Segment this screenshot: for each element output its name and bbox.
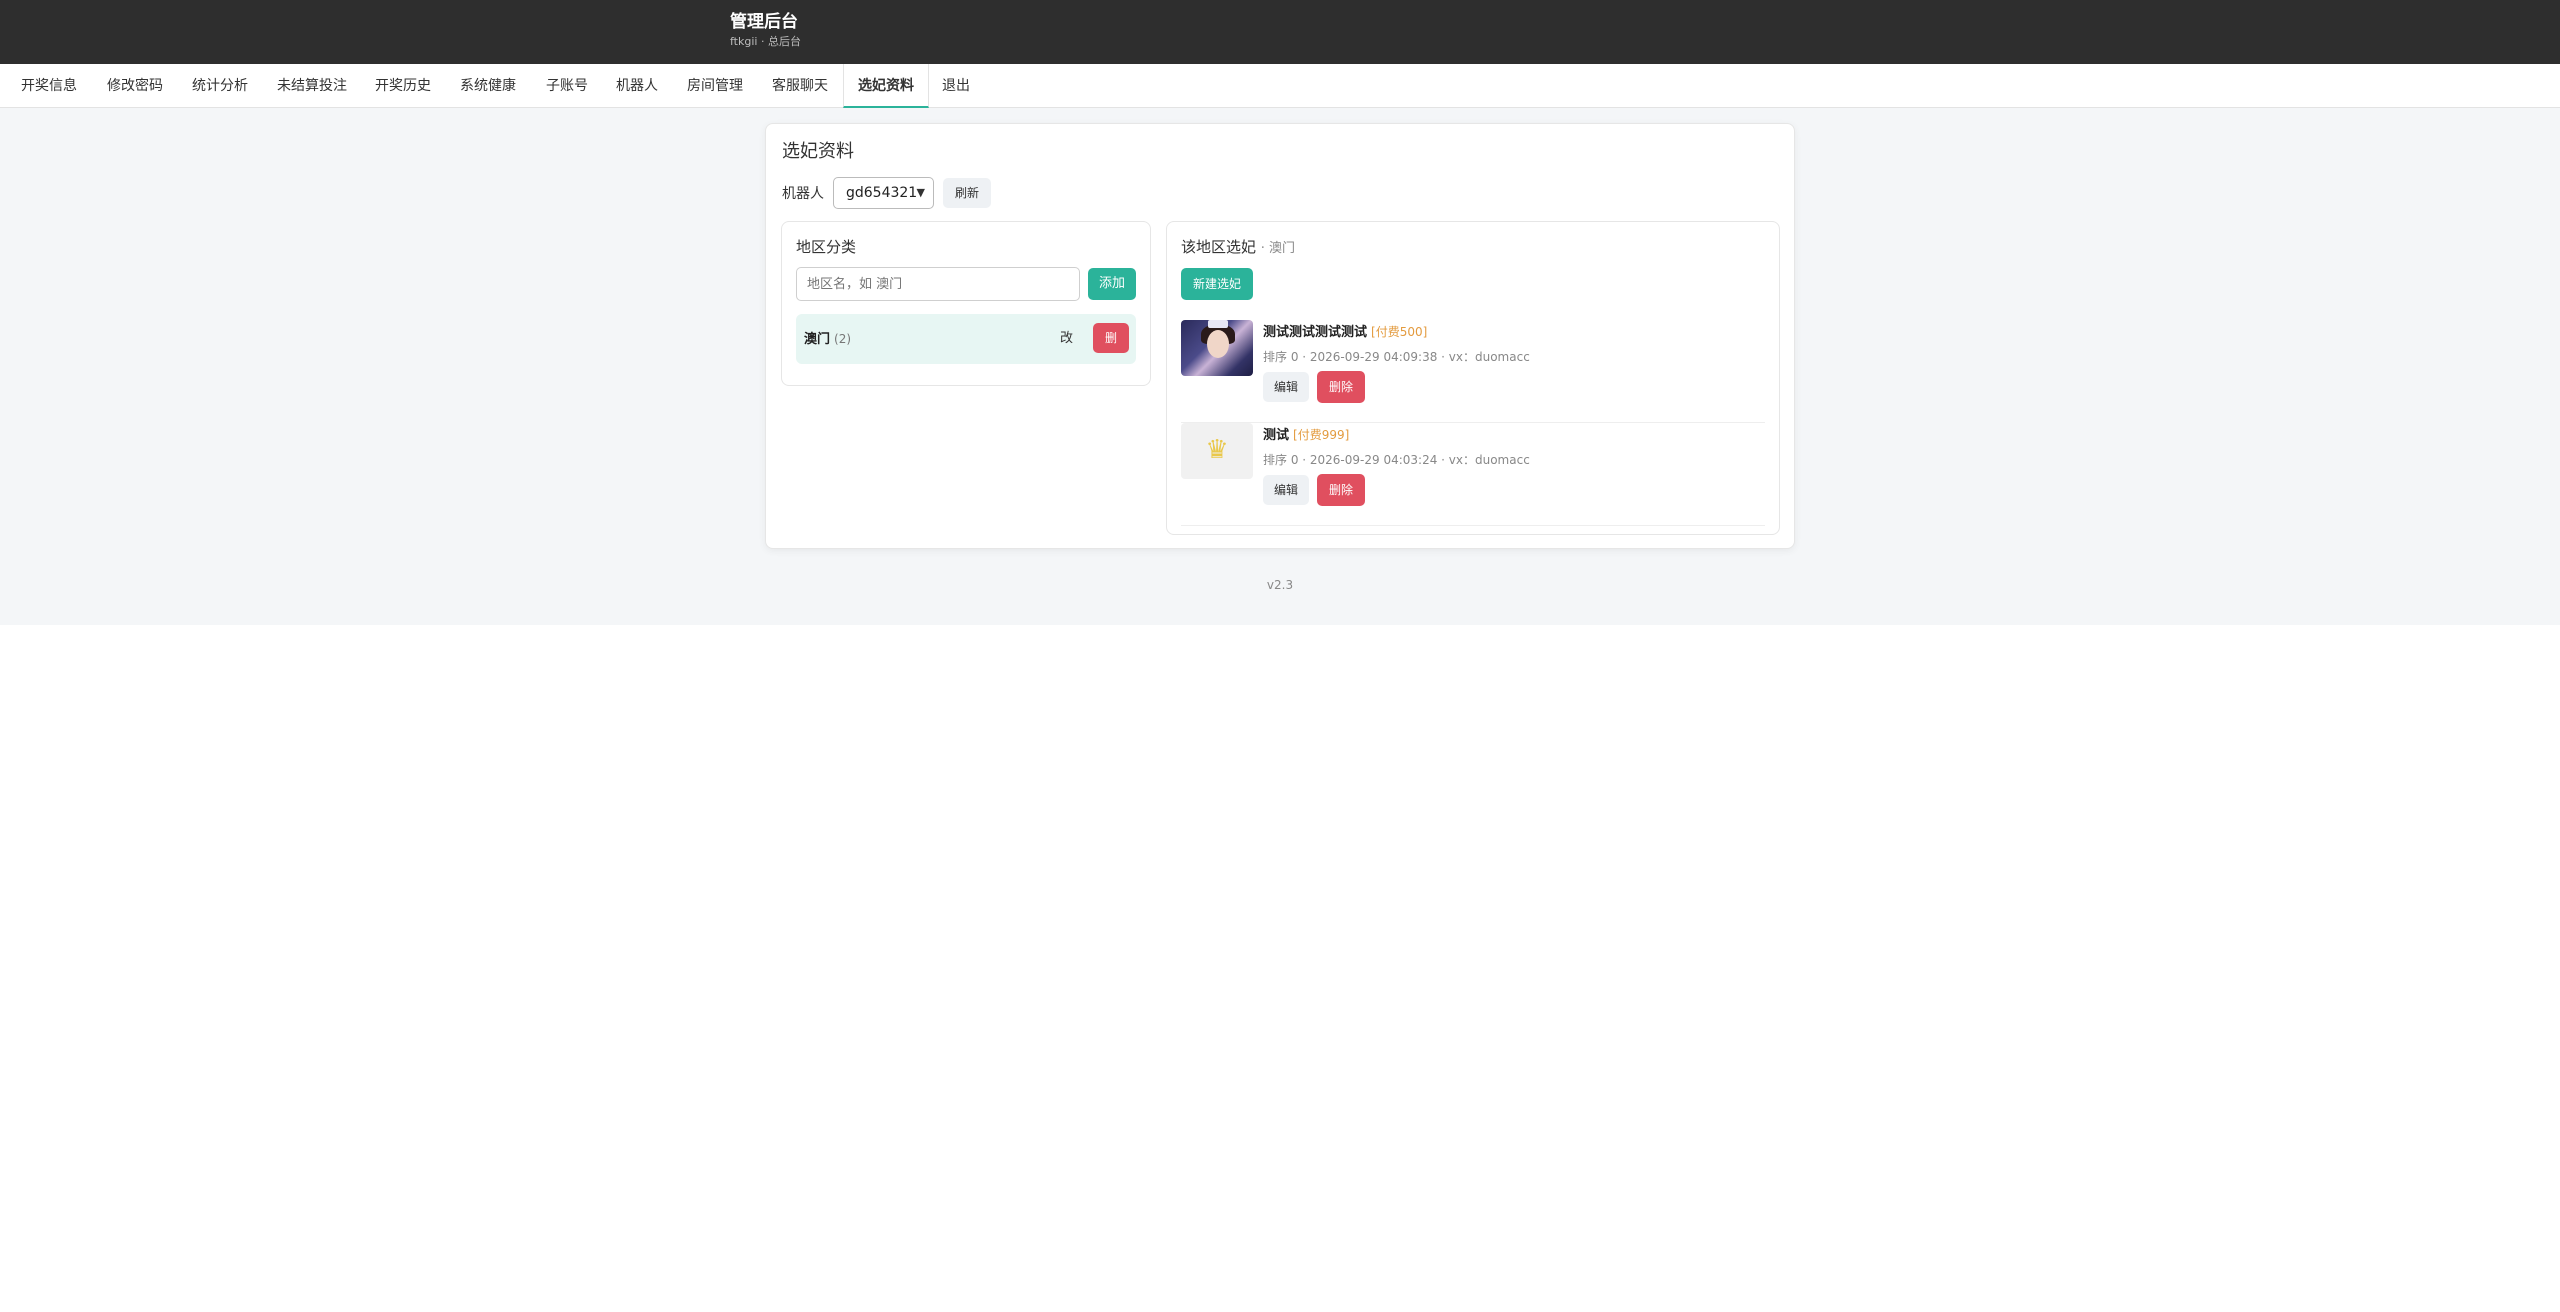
region-name: 澳门 (2) <box>804 328 851 351</box>
nav-item-system-health[interactable]: 系统健康 <box>446 64 530 108</box>
crown-icon: ♛ <box>1205 435 1229 465</box>
region-name-input[interactable] <box>796 267 1080 301</box>
entry-thumbnail <box>1181 320 1253 376</box>
entry-thumbnail: ♛ <box>1181 423 1253 479</box>
region-edit-button[interactable]: 改 <box>1060 328 1073 350</box>
nav-item-statistics[interactable]: 统计分析 <box>178 64 262 108</box>
entry-title: 测试测试测试测试 [付费500] <box>1263 322 1427 343</box>
profiles-card: 选妃资料 机器人 gd654321 ▼ 刷新 地区分类 添加 澳门(2) 改 删… <box>765 123 1795 549</box>
edit-entry-button[interactable]: 编辑 <box>1263 372 1309 402</box>
chevron-down-icon: ▼ <box>916 186 925 199</box>
nav-item-draw-info[interactable]: 开奖信息 <box>7 64 91 108</box>
robot-select-value: gd654321 <box>846 185 918 201</box>
list-item: ♛ 测试 [付费999] 排序 0 · 2026-09-29 04:03:24 ·… <box>1181 423 1765 526</box>
entry-name: 测试 <box>1263 428 1290 443</box>
region-panel: 地区分类 添加 澳门(2) 改 删 <box>781 221 1151 386</box>
entry-price-tag: [付费999] <box>1293 428 1350 442</box>
add-region-button[interactable]: 添加 <box>1088 268 1136 300</box>
page-title: 选妃资料 <box>782 141 854 162</box>
nav-item-support-chat[interactable]: 客服聊天 <box>758 64 842 108</box>
nav-item-logout[interactable]: 退出 <box>928 64 984 108</box>
entry-title: 测试 [付费999] <box>1263 425 1349 446</box>
entries-panel-region: · 澳门 <box>1260 241 1296 256</box>
region-delete-button[interactable]: 删 <box>1093 323 1129 353</box>
robot-select[interactable]: gd654321 ▼ <box>833 177 934 209</box>
region-row[interactable]: 澳门 (2) 改 删 <box>796 314 1136 364</box>
app-title: 管理后台 <box>730 12 798 32</box>
region-name-text: 澳门 <box>804 332 831 347</box>
entry-price-tag: [付费500] <box>1371 325 1428 339</box>
delete-entry-button[interactable]: 删除 <box>1317 474 1365 506</box>
brand: 管理后台 ftkgii · 总后台 <box>730 11 801 50</box>
nav-item-profiles[interactable]: 选妃资料 <box>843 64 929 108</box>
new-entry-button[interactable]: 新建选妃 <box>1181 268 1253 300</box>
entry-name: 测试测试测试测试 <box>1263 325 1368 340</box>
main-nav: 开奖信息 修改密码 统计分析 未结算投注 开奖历史 系统健康 子账号 机器人 房… <box>0 64 2560 108</box>
entry-meta: 排序 0 · 2026-09-29 04:09:38 · vx：duomacc <box>1263 350 1530 364</box>
entries-panel-title: 该地区选妃 · 澳门 <box>1181 236 1295 260</box>
refresh-button[interactable]: 刷新 <box>943 178 991 208</box>
app-subtitle: ftkgii · 总后台 <box>730 35 801 48</box>
region-panel-title: 地区分类 <box>796 238 857 256</box>
list-item: 测试测试测试测试 [付费500] 排序 0 · 2026-09-29 04:09:… <box>1181 320 1765 423</box>
nav-item-unsettled-bets[interactable]: 未结算投注 <box>263 64 361 108</box>
nav-item-sub-accounts[interactable]: 子账号 <box>532 64 602 108</box>
version-label: v2.3 <box>1266 578 1294 592</box>
nav-item-change-password[interactable]: 修改密码 <box>93 64 177 108</box>
nav-item-draw-history[interactable]: 开奖历史 <box>361 64 445 108</box>
entry-meta: 排序 0 · 2026-09-29 04:03:24 · vx：duomacc <box>1263 453 1530 467</box>
entries-panel: 该地区选妃 · 澳门 新建选妃 测试测试测试测试 [付费500] 排序 0 · 2… <box>1166 221 1780 535</box>
region-count: (2) <box>834 332 852 346</box>
edit-entry-button[interactable]: 编辑 <box>1263 475 1309 505</box>
delete-entry-button[interactable]: 删除 <box>1317 371 1365 403</box>
robot-label: 机器人 <box>782 186 824 202</box>
nav-item-robots[interactable]: 机器人 <box>602 64 672 108</box>
top-bar: 管理后台 ftkgii · 总后台 <box>0 0 2560 64</box>
nav-item-room-management[interactable]: 房间管理 <box>673 64 757 108</box>
entries-panel-title-text: 该地区选妃 <box>1181 238 1257 256</box>
